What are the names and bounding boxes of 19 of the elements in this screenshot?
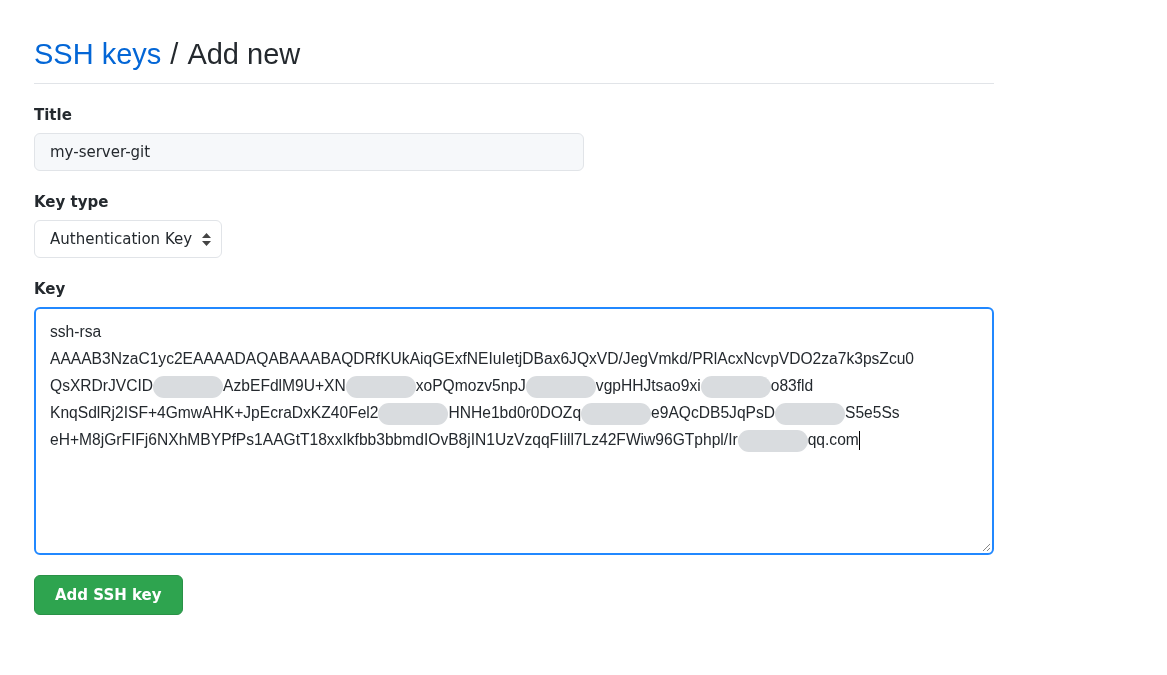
sort-caret-icon [202, 232, 212, 246]
key-type-select[interactable]: Authentication Key [34, 220, 223, 258]
blur-patch [775, 402, 845, 425]
page-title: Add new [187, 38, 301, 71]
field-label: Key type [34, 193, 110, 211]
breadcrumb-separator: / [170, 38, 179, 71]
breadcrumb-link[interactable]: SSH keys [34, 38, 162, 71]
blur-patch [153, 375, 224, 398]
blur-patch [378, 402, 449, 425]
blur-patch [525, 375, 596, 398]
title-field[interactable]: my-server-git [34, 133, 584, 171]
resize-grip-icon [982, 543, 990, 551]
blur-patch [700, 375, 771, 398]
field-label: Title [34, 106, 73, 124]
field-label: Key [34, 280, 67, 298]
key-field[interactable]: ssh-rsa AAAAB3NzaC1yc2EAAAADAQABAAABAQDRfKUkAiqGExfNEIuIetjDBax6JQxVD/JegVmkd/PRlAcxNcvpVDO2za7k3psZcu0 QsXRDrJVCID AzbEFdlM9U+XN xoPQmozv5npJ vgpHHJtsao9xi o83fld KnqSdlRj2ISF+4GmwAHK+JpEcraDxKZ40Fel2 HNHe1bd0r0DOZq e9AQcDB5JqPsD S5e5Ss eH+M8jGrFIFj6NXhMBYPfPs1AAGtT18xxIkfbb3bbmdIOvB8jIN1UzVzqqFIill7Lz42FWiw96GTphpl/Ir qq.com [34, 307, 994, 555]
blur-patch [581, 402, 652, 425]
blur-patch [345, 375, 416, 398]
blur-patch [737, 429, 808, 452]
